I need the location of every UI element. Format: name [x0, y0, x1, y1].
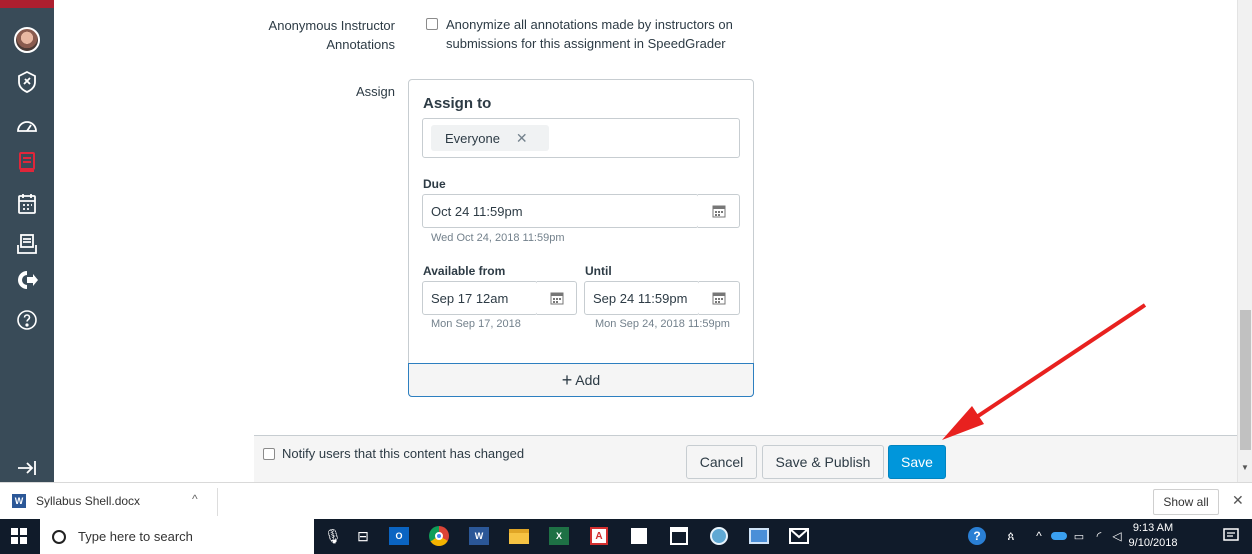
- task-view-icon[interactable]: ⊟: [352, 525, 374, 547]
- cancel-button[interactable]: Cancel: [686, 445, 757, 479]
- windows-start-icon[interactable]: [8, 525, 30, 547]
- account-avatar[interactable]: [13, 26, 41, 54]
- word-icon[interactable]: W: [468, 525, 490, 547]
- sticky-notes-icon[interactable]: [628, 525, 650, 547]
- anon-annotations-description: Anonymize all annotations made by instru…: [446, 15, 766, 53]
- due-date-hint: Wed Oct 24, 2018 11:59pm: [431, 232, 565, 244]
- global-navigation: [0, 0, 54, 482]
- admin-icon[interactable]: [13, 68, 41, 96]
- calendar-icon: [712, 292, 726, 305]
- cortana-icon: [52, 529, 66, 544]
- onedrive-icon[interactable]: [1048, 525, 1070, 547]
- until-input[interactable]: Sep 24 11:59pm: [584, 281, 700, 315]
- scroll-down-arrow-icon[interactable]: ▼: [1241, 463, 1249, 472]
- taskbar-clock[interactable]: 9:13 AM 9/10/2018: [1124, 521, 1182, 551]
- people-icon[interactable]: ጰ: [1000, 525, 1022, 547]
- taskbar-search-box[interactable]: Type here to search: [40, 519, 314, 554]
- excel-icon[interactable]: X: [548, 525, 570, 547]
- save-button[interactable]: Save: [888, 445, 946, 479]
- calendar-icon: [712, 205, 725, 218]
- microphone-icon[interactable]: 🎙: [322, 525, 344, 547]
- vertical-scrollbar[interactable]: ▼: [1237, 0, 1252, 482]
- clock-time: 9:13 AM: [1132, 522, 1174, 534]
- download-file-name[interactable]: Syllabus Shell.docx: [36, 494, 140, 508]
- annotation-arrow: [942, 303, 1147, 440]
- due-calendar-button[interactable]: [698, 194, 740, 228]
- show-all-button[interactable]: Show all: [1153, 489, 1219, 515]
- mail-icon[interactable]: [788, 525, 810, 547]
- available-from-hint: Mon Sep 17, 2018: [431, 318, 521, 330]
- notify-users-label: Notify users that this content has chang…: [282, 446, 525, 461]
- assign-label: Assign: [355, 84, 395, 99]
- help-tray-icon[interactable]: ?: [966, 525, 988, 547]
- due-date-input[interactable]: Oct 24 11:59pm: [422, 194, 699, 228]
- anon-label-line2: Annotations: [326, 37, 395, 52]
- available-calendar-button[interactable]: [537, 281, 577, 315]
- tray-chevron-up-icon[interactable]: ^: [1028, 525, 1050, 547]
- dashboard-icon[interactable]: [13, 112, 41, 140]
- assignee-tag-label: Everyone: [445, 130, 500, 146]
- assignee-tag[interactable]: Everyone ✕: [431, 125, 549, 151]
- word-doc-icon: W: [12, 494, 26, 508]
- commons-icon[interactable]: [13, 266, 41, 294]
- courses-icon[interactable]: [13, 148, 41, 176]
- windows-taskbar: Type here to search 🎙 ⊟ O W X A ? ጰ ^ ▭ …: [0, 519, 1252, 554]
- clock-date: 9/10/2018: [1128, 537, 1178, 549]
- chrome-icon[interactable]: [428, 525, 450, 547]
- avatar: [14, 27, 40, 53]
- remove-tag-icon[interactable]: ✕: [516, 130, 528, 147]
- anon-label-line1: Anonymous Instructor: [268, 18, 395, 33]
- anon-text-line1: Anonymize all annotations made by instru…: [446, 17, 733, 32]
- notify-users-checkbox[interactable]: [263, 448, 275, 460]
- until-calendar-button[interactable]: [699, 281, 740, 315]
- until-label: Until: [585, 264, 612, 278]
- inbox-icon[interactable]: [13, 230, 41, 258]
- assign-to-label: Assign to: [423, 95, 492, 112]
- add-assignee-button[interactable]: + Add: [408, 363, 754, 397]
- globe-app-icon[interactable]: [708, 525, 730, 547]
- outlook-icon[interactable]: O: [388, 525, 410, 547]
- plus-icon: +: [561, 369, 573, 390]
- anon-text-line2: submissions for this assignment in Speed…: [446, 36, 726, 51]
- taskbar-search-placeholder: Type here to search: [78, 529, 193, 544]
- remote-desktop-icon[interactable]: [748, 525, 770, 547]
- action-center-icon[interactable]: [1220, 525, 1242, 547]
- calendar-icon: [550, 292, 563, 305]
- available-from-label: Available from: [423, 264, 506, 278]
- save-publish-button[interactable]: Save & Publish: [762, 445, 884, 479]
- until-hint: Mon Sep 24, 2018 11:59pm: [595, 318, 730, 330]
- download-divider: [217, 488, 218, 516]
- anon-annotations-label: Anonymous Instructor Annotations: [250, 16, 395, 54]
- due-label: Due: [423, 177, 446, 191]
- available-from-input[interactable]: Sep 17 12am: [422, 281, 538, 315]
- collapse-icon[interactable]: [13, 454, 41, 482]
- download-bar: W Syllabus Shell.docx ^ Show all ✕: [0, 482, 1252, 519]
- download-chevron-up-icon[interactable]: ^: [192, 492, 198, 506]
- file-explorer-icon[interactable]: [508, 525, 530, 547]
- calendar-icon[interactable]: [13, 190, 41, 218]
- anon-annotations-checkbox[interactable]: [426, 18, 438, 30]
- calendar-app-icon[interactable]: [668, 525, 690, 547]
- add-label: Add: [575, 372, 601, 388]
- help-icon[interactable]: [13, 306, 41, 334]
- battery-icon[interactable]: ▭: [1068, 525, 1090, 547]
- close-download-bar-icon[interactable]: ✕: [1232, 492, 1244, 509]
- acrobat-icon[interactable]: A: [588, 525, 610, 547]
- scrollbar-thumb[interactable]: [1240, 310, 1251, 450]
